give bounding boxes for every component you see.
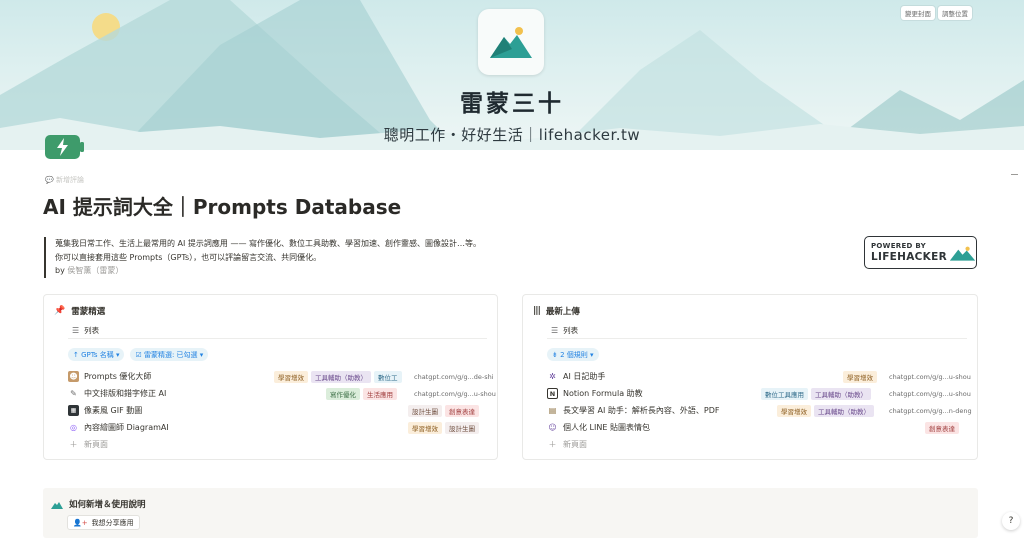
list-item[interactable]: ✲ AI 日記助手 學習增效 chatgpt.com/g/g...u-shou: [547, 368, 971, 385]
author-name[interactable]: 侯智薰（雷蒙）: [67, 266, 123, 275]
latest-database: ||| 最新上傳 ☰ 列表 ⇟ 2 個規則 ▾ ✲ AI 日記助手 學習增效 c…: [522, 294, 978, 460]
share-application-button[interactable]: 👤+ 我想分享應用: [67, 515, 140, 530]
document-icon: ▤: [548, 406, 557, 415]
pushpin-icon: 📌: [54, 306, 66, 316]
mountain-logo-icon: [949, 246, 976, 261]
how-to-callout: 如何新增＆使用說明 👤+ 我想分享應用: [43, 488, 978, 538]
tag: 創意表達: [445, 404, 479, 417]
list-item[interactable]: ☻ Prompts 優化大師 學習增效 工具輔助（助教） 數位工 chatgpt…: [68, 368, 494, 385]
tag: 學習增效: [777, 404, 811, 417]
callout-title[interactable]: 如何新增＆使用說明: [51, 498, 146, 510]
battery-charging-icon[interactable]: [44, 134, 86, 160]
list-view-tab[interactable]: ☰ 列表: [551, 325, 578, 336]
rules-filter-chip[interactable]: ⇟ 2 個規則 ▾: [547, 348, 599, 361]
list-item[interactable]: ◎ 內容繪圖師 DiagramAI 學習增效 設計生圖: [68, 419, 487, 436]
notion-logo-icon: N: [547, 388, 558, 399]
list-icon: ☰: [551, 326, 559, 335]
cover-subtitle: 聰明工作・好好生活｜lifehacker.tw: [383, 126, 641, 144]
page-description: 蒐集我日常工作、生活上最常用的 AI 提示詞應用 —— 寫作優化、數位工具助教、…: [44, 237, 604, 278]
list-item[interactable]: ☺ 個人化 LINE 貼圖表情包 創意表達: [547, 419, 967, 436]
tag: 工具輔助（助教）: [814, 404, 874, 417]
tag: 寫作優化: [326, 387, 360, 400]
tag: 數位工具應用: [761, 387, 808, 400]
scroll-indicator[interactable]: [1011, 174, 1018, 175]
mountain-icon: [51, 501, 63, 509]
featured-database-title[interactable]: 📌 雷蒙精選: [54, 305, 105, 317]
latest-database-title[interactable]: ||| 最新上傳: [533, 305, 580, 317]
list-icon: ☰: [72, 326, 80, 335]
tag: 學習增效: [408, 421, 442, 434]
cover-image: 變更封面 調整位置 雷蒙三十 聰明工作・好好生活｜lifehacker.tw: [0, 0, 1024, 150]
cover-title: 雷蒙三十: [460, 91, 564, 117]
featured-database: 📌 雷蒙精選 ☰ 列表 ↑ GPTs 名稱 ▾ ☑ 雷蒙精選: 已勾選 ▾ ☻ …: [43, 294, 498, 460]
gpt-link[interactable]: chatgpt.com/g/g...n-deng: [889, 407, 972, 415]
gpt-link[interactable]: chatgpt.com/g/g...de-shi: [414, 373, 494, 381]
add-user-icon: 👤+: [73, 518, 88, 527]
description-line-1: 蒐集我日常工作、生活上最常用的 AI 提示詞應用 —— 寫作優化、數位工具助教、…: [55, 239, 481, 248]
description-line-2: 你可以直接套用這些 Prompts（GPTs），也可以評論留言交流、共同優化。: [55, 252, 322, 262]
list-item[interactable]: ▦ 像素風 GIF 動圖 設計生圖 創意表達: [68, 402, 487, 419]
author-line: by 侯智薰（雷蒙）: [55, 266, 124, 275]
tag: 創意表達: [925, 421, 959, 434]
tag: 生活應用: [363, 387, 397, 400]
change-cover-button[interactable]: 變更封面: [901, 6, 935, 20]
diary-logo-icon: ✲: [549, 372, 556, 381]
tag: 學習增效: [274, 370, 308, 383]
smiley-icon: ☺: [548, 423, 557, 432]
list-item[interactable]: ▤ 長文學習 AI 助手：解析長內容、外語、PDF 學習增效 工具輔助（助教） …: [547, 402, 972, 419]
filter-chip[interactable]: ☑ 雷蒙精選: 已勾選 ▾: [130, 348, 209, 361]
tag: 數位工: [374, 370, 402, 383]
list-view-tab[interactable]: ☰ 列表: [72, 325, 99, 336]
tag: 學習增效: [843, 370, 877, 383]
tag: 工具輔助（助教）: [811, 387, 871, 400]
reposition-button[interactable]: 調整位置: [938, 6, 972, 20]
gpt-link[interactable]: chatgpt.com/g/g...u-shou: [889, 373, 971, 381]
tag: 工具輔助（助教）: [311, 370, 371, 383]
list-item[interactable]: ✎ 中文排版和錯字修正 AI 寫作優化 生活應用 chatgpt.com/g/g…: [68, 385, 496, 402]
sort-chip[interactable]: ↑ GPTs 名稱 ▾: [68, 348, 125, 361]
diagram-logo-icon: ◎: [70, 423, 77, 432]
tag: 設計生圖: [408, 404, 442, 417]
page-title: AI 提示詞大全｜Prompts Database: [43, 195, 402, 219]
gpt-link[interactable]: chatgpt.com/g/g...u-shou: [889, 390, 971, 398]
plus-icon: ＋: [69, 440, 78, 449]
help-button[interactable]: ?: [1002, 512, 1020, 530]
new-page-button[interactable]: ＋ 新頁面: [68, 436, 487, 453]
new-page-button[interactable]: ＋ 新頁面: [547, 436, 967, 453]
site-logo: [478, 9, 544, 75]
list-item[interactable]: N Notion Formula 助教 數位工具應用 工具輔助（助教） chat…: [547, 385, 971, 402]
edit-document-icon: ✎: [70, 389, 77, 398]
gpt-link[interactable]: chatgpt.com/g/g...u-shou: [414, 390, 496, 398]
person-emoji-icon: ☻: [68, 371, 79, 382]
powered-by-lifehacker-badge[interactable]: POWERED BY LIFEHACKER: [864, 236, 977, 269]
tag: 設計生圖: [445, 421, 479, 434]
barcode-icon: |||: [533, 306, 541, 316]
add-comment-hint[interactable]: 💬 新增評論: [45, 175, 84, 185]
pixel-art-icon: ▦: [68, 405, 79, 416]
plus-icon: ＋: [548, 440, 557, 449]
